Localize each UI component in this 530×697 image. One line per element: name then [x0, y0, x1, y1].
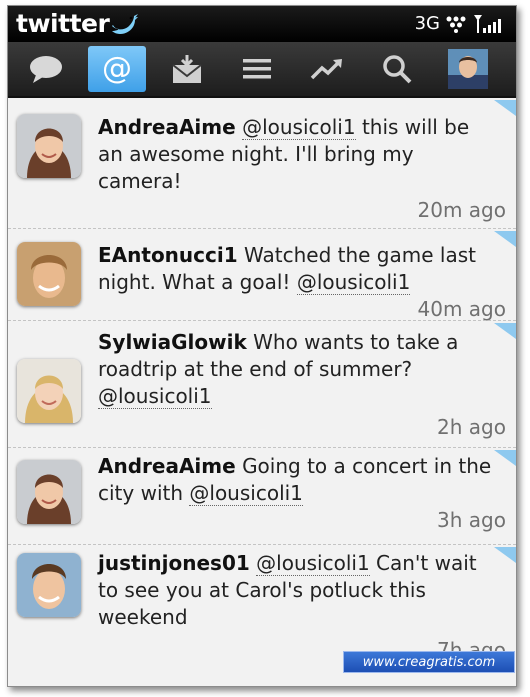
- tweet-text: EAntonucci1 Watched the game last night.…: [98, 242, 498, 296]
- avatar: [17, 114, 81, 178]
- envelope-icon: [172, 55, 202, 83]
- profile-button[interactable]: [439, 46, 497, 92]
- tweet-item[interactable]: AndreaAime Going to a concert in the cit…: [8, 448, 516, 540]
- tweet-time: 3h ago: [437, 508, 506, 532]
- status-indicators: 3G: [415, 11, 506, 37]
- trends-button[interactable]: [298, 46, 356, 92]
- tweet-list: AndreaAime @lousicoli1 this will be an a…: [8, 98, 516, 686]
- trending-icon: [310, 59, 342, 80]
- tweet-text: AndreaAime Going to a concert in the cit…: [98, 453, 498, 507]
- phone-screen: twitter 3G @ AndreaAime @lousicoli1 this…: [7, 5, 517, 687]
- watermark: www.creagratis.com: [343, 651, 515, 673]
- avatar: [17, 553, 81, 617]
- blackberry-icon: [446, 16, 466, 33]
- direct-messages-button[interactable]: [158, 46, 216, 92]
- tweet-username[interactable]: EAntonucci1: [98, 243, 238, 267]
- tweet-mention[interactable]: @lousicoli1: [296, 270, 411, 295]
- tweet-time: 2h ago: [437, 415, 506, 439]
- tweet-mention[interactable]: @lousicoli1: [98, 384, 212, 409]
- tweet-text: justinjones01 @lousicoli1 Can't wait to …: [98, 550, 498, 631]
- signal-strength-icon: [474, 15, 501, 33]
- tweet-text: SylwiaGlowik Who wants to take a roadtri…: [98, 329, 498, 410]
- status-bar: twitter 3G: [8, 6, 516, 42]
- avatar: [17, 359, 81, 423]
- tweet-time: 40m ago: [417, 297, 506, 321]
- tweet-username[interactable]: SylwiaGlowik: [98, 330, 247, 354]
- tweet-username[interactable]: justinjones01: [98, 551, 250, 575]
- search-icon: [383, 55, 412, 84]
- tweet-item[interactable]: AndreaAime @lousicoli1 this will be an a…: [8, 98, 516, 222]
- twitter-logo: twitter: [16, 9, 140, 39]
- compose-button[interactable]: [17, 46, 75, 92]
- lists-button[interactable]: [228, 46, 286, 92]
- speech-bubble-icon: [30, 56, 62, 83]
- mentions-tab[interactable]: @: [88, 46, 146, 92]
- tweet-username[interactable]: AndreaAime: [98, 115, 236, 139]
- at-sign-icon: @: [102, 51, 132, 86]
- tweet-username[interactable]: AndreaAime: [98, 454, 236, 478]
- avatar: [17, 460, 81, 524]
- toolbar: @: [8, 42, 516, 98]
- watermark-text: www.creagratis.com: [362, 654, 496, 670]
- tweet-time: 20m ago: [417, 198, 506, 222]
- network-label: 3G: [414, 13, 440, 34]
- tweet-item[interactable]: EAntonucci1 Watched the game last night.…: [8, 229, 516, 321]
- tweet-mention[interactable]: @lousicoli1: [242, 115, 356, 140]
- profile-avatar: [448, 49, 488, 89]
- avatar: [17, 242, 81, 306]
- list-icon: [243, 59, 271, 79]
- tweet-text: AndreaAime @lousicoli1 this will be an a…: [98, 114, 498, 195]
- bird-icon: [112, 14, 139, 34]
- search-button[interactable]: [368, 46, 426, 92]
- tweet-mention[interactable]: @lousicoli1: [256, 551, 370, 576]
- logo-text: twitter: [16, 9, 110, 38]
- tweet-mention[interactable]: @lousicoli1: [189, 481, 303, 506]
- tweet-item[interactable]: SylwiaGlowik Who wants to take a roadtri…: [8, 321, 516, 441]
